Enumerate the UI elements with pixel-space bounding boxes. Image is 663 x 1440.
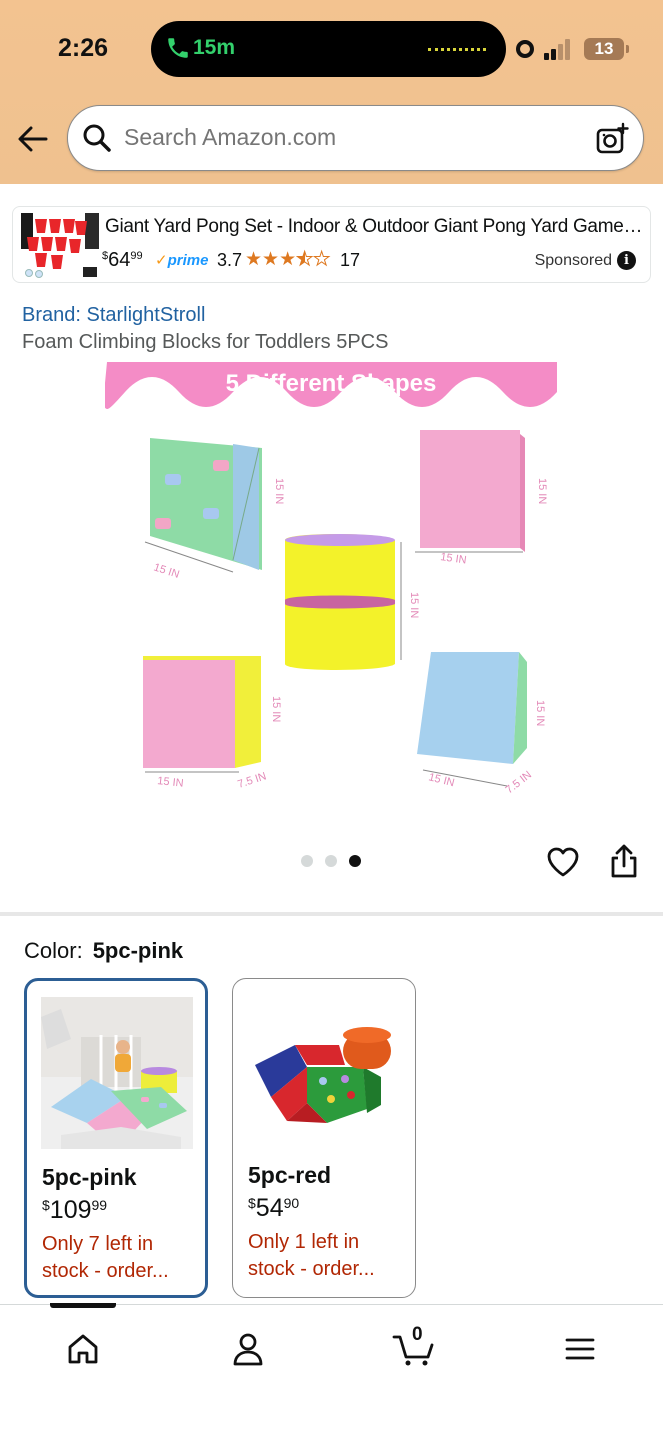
- swatch-image-red: [247, 995, 399, 1147]
- carousel-dot-3-active[interactable]: [349, 855, 361, 867]
- dim-label-3: 15 IN: [440, 551, 468, 567]
- battery-tip: [626, 45, 629, 53]
- dim-label-2: 15 IN: [273, 478, 285, 504]
- color-swatch-5pc-red[interactable]: 5pc-red $5490 Only 1 left in stock - ord…: [232, 978, 416, 1298]
- cart-count: 0: [412, 1324, 423, 1345]
- sponsored-label: Sponsored: [534, 252, 612, 269]
- swatch-name: 5pc-pink: [42, 1164, 137, 1190]
- swatch-stock: Only 7 left in stock - order...: [42, 1233, 169, 1282]
- dim-label-6: 15 IN: [157, 775, 184, 790]
- search-icon: [83, 124, 111, 152]
- search-input[interactable]: [124, 124, 564, 151]
- home-icon[interactable]: [65, 1331, 101, 1367]
- rating-stars: ★★★★ ★ ★: [245, 249, 331, 271]
- search-bar[interactable]: [67, 105, 644, 171]
- dim-label-10: 15 IN: [534, 700, 546, 726]
- color-label: Color: 5pc-pink: [24, 938, 184, 963]
- ad-review-count[interactable]: 17: [340, 250, 360, 271]
- color-swatch-5pc-pink[interactable]: 5pc-pink $10999 Only 7 left in stock - o…: [24, 978, 208, 1298]
- camera-search-icon[interactable]: [595, 122, 629, 156]
- dim-label-7: 15 IN: [270, 696, 282, 722]
- dim-label-8: 7.5 IN: [236, 770, 268, 790]
- recording-indicator-icon: [516, 40, 534, 58]
- audio-wave-icon: [428, 48, 486, 52]
- battery-icon: 13: [584, 38, 624, 60]
- sponsored-ad-card[interactable]: Giant Yard Pong Set - Indoor & Outdoor G…: [12, 206, 651, 283]
- selected-color: 5pc-pink: [92, 938, 184, 963]
- block-pink-square: [420, 430, 525, 552]
- ad-price: $6499: [102, 249, 143, 271]
- product-image[interactable]: 5 Different Shapes 15 IN 15 IN 15 IN 15 …: [105, 360, 558, 805]
- image-banner-text: 5 Different Shapes: [226, 370, 437, 397]
- dynamic-island[interactable]: 15m: [151, 21, 506, 77]
- info-icon[interactable]: i: [617, 251, 636, 270]
- signal-icon: [544, 38, 574, 60]
- share-icon[interactable]: [607, 843, 641, 879]
- carousel-dot-1[interactable]: [301, 855, 313, 867]
- product-title: Foam Climbing Blocks for Toddlers 5PCS: [22, 331, 389, 353]
- call-duration: 15m: [193, 36, 236, 59]
- swatch-image-pink: [41, 997, 193, 1149]
- account-icon[interactable]: [230, 1331, 266, 1367]
- back-arrow-icon[interactable]: [16, 122, 50, 156]
- block-green-ramp: [150, 438, 262, 570]
- bottom-navigation: [0, 1303, 663, 1440]
- brand-link[interactable]: Brand: StarlightStroll: [22, 304, 205, 327]
- block-pink-cube: [143, 656, 261, 768]
- heart-icon[interactable]: [546, 845, 580, 879]
- prime-check-icon: ✓: [155, 252, 168, 269]
- phone-icon: [168, 38, 188, 58]
- dim-label-5: 15 IN: [408, 592, 420, 618]
- ad-rating: 3.7: [217, 250, 243, 270]
- swatch-stock: Only 1 left in stock - order...: [248, 1231, 375, 1280]
- ad-title[interactable]: Giant Yard Pong Set - Indoor & Outdoor G…: [105, 216, 645, 238]
- system-icons: 13: [514, 36, 634, 62]
- swatch-price: $10999: [42, 1196, 108, 1224]
- section-divider: [0, 912, 663, 916]
- status-time: 2:26: [58, 34, 109, 62]
- block-yellow-cylinder: [285, 534, 395, 670]
- swatch-name: 5pc-red: [248, 1162, 332, 1188]
- dim-label-1: 15 IN: [152, 561, 181, 581]
- ad-product-image: [21, 213, 99, 278]
- dim-label-9: 15 IN: [427, 771, 455, 789]
- carousel-dot-2[interactable]: [325, 855, 337, 867]
- dim-label-11: 7.5 IN: [503, 769, 534, 797]
- app-header: 2:26 15m 13: [0, 0, 663, 184]
- image-carousel-dots[interactable]: [300, 855, 370, 869]
- block-blue-wedge: [417, 652, 527, 764]
- menu-icon[interactable]: [562, 1331, 598, 1367]
- dim-label-4: 15 IN: [536, 478, 548, 504]
- active-tab-indicator: [50, 1303, 116, 1308]
- swatch-price: $5490: [248, 1194, 300, 1222]
- prime-badge: ✓prime: [155, 252, 209, 269]
